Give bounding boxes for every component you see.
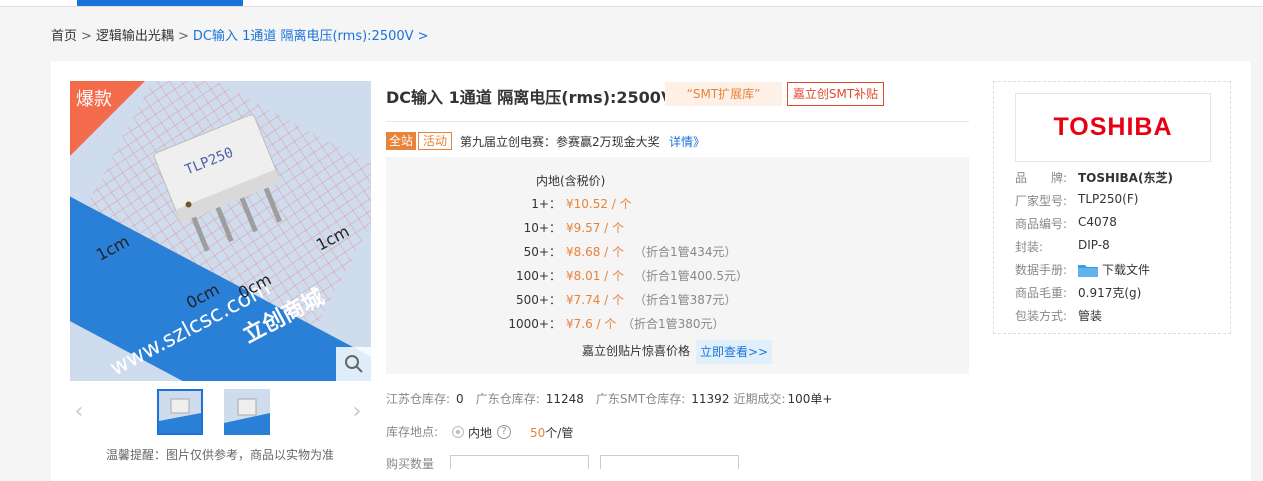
promo-details-link[interactable]: 详情》 [669, 133, 705, 150]
tier-qty: 1000+： [508, 317, 561, 331]
tier-price: ¥8.01 / 个 [566, 269, 625, 283]
tier-price: ¥8.68 / 个 [566, 245, 625, 259]
attr-key: 数据手册: [1015, 263, 1068, 277]
stock-location: 库存地点: 内地 ? 50个/管 [386, 423, 573, 443]
attr-value: 管装 [1078, 309, 1103, 323]
brand-logo[interactable]: TOSHIBA [1015, 93, 1211, 162]
smt-subsidy-tag[interactable]: 嘉立创SMT补贴 [787, 82, 884, 106]
tier-price: ¥7.6 / 个 [566, 317, 617, 331]
tier-pack-price: （折合1管434元） [634, 245, 737, 259]
product-main-image[interactable]: www.szlcsc.com 立创商城 1cm 0cm 0cm 1cm TLP2… [70, 81, 371, 381]
smt-library-tag[interactable]: “SMT扩展库” [665, 82, 782, 106]
attr-key: 商品毛重: [1015, 286, 1068, 300]
attr-key: 封装: [1015, 240, 1044, 254]
stock-info: 江苏仓库存: 0 广东仓库存: 11248 广东SMT仓库存: 11392 近期成交: 100… [386, 390, 844, 407]
attr-value: C4078 [1078, 215, 1117, 229]
activity-badge: 活动 [418, 132, 452, 150]
smt-view-button[interactable]: 立即查看>> [696, 340, 772, 364]
all-site-badge: 全站 [386, 132, 416, 150]
top-nav-bar [0, 0, 1263, 7]
quantity-input-2[interactable] [600, 455, 739, 469]
product-title: DC输入 1通道 隔离电压(rms):2500V [386, 88, 674, 107]
toshiba-logo: TOSHIBA [1053, 113, 1173, 141]
thumbnail-2[interactable] [224, 389, 270, 435]
pack-quantity: 50个/管 [530, 426, 574, 440]
chevron-left-icon[interactable]: ‹ [70, 399, 88, 425]
attr-key: 厂家型号: [1015, 194, 1068, 208]
price-tier-row: 10+： ¥9.57 / 个 [386, 219, 969, 239]
recent-deals-value: 100单+ [787, 392, 833, 406]
magnifier-icon [344, 355, 363, 373]
zoom-button[interactable] [336, 347, 371, 381]
breadcrumb-current[interactable]: DC输入 1通道 隔离电压(rms):2500V > [193, 29, 429, 44]
stock-jiangsu-value: 0 [456, 392, 464, 406]
stock-jiangsu-label: 江苏仓库存: [386, 392, 451, 406]
thumbnail-strip: ‹ › [70, 389, 371, 437]
tier-price: ¥10.52 / 个 [566, 197, 632, 211]
tier-price: ¥7.74 / 个 [566, 293, 625, 307]
price-table: 内地(含税价) 1+： ¥10.52 / 个 10+： ¥9.57 / 个 50… [386, 157, 969, 374]
stock-gd-smt-label: 广东SMT仓库存: [595, 392, 686, 406]
tier-qty: 50+： [523, 245, 561, 259]
attr-value: 0.917克(g) [1078, 286, 1142, 300]
tier-qty: 1+： [531, 197, 561, 211]
price-header: 内地(含税价) [536, 174, 606, 188]
divider [386, 121, 969, 122]
tier-qty: 100+： [516, 269, 561, 283]
help-icon[interactable]: ? [497, 425, 511, 439]
stock-guangdong-label: 广东仓库存: [475, 392, 540, 406]
buy-quantity-label: 购买数量 [386, 457, 435, 471]
datasheet-download-link[interactable]: 下载文件 [1078, 261, 1150, 278]
attr-key: 商品编号: [1015, 217, 1068, 231]
tier-pack-price: （折合1管400.5元） [634, 269, 748, 283]
attr-key: 品 牌: [1015, 171, 1068, 185]
thumbnail-1[interactable] [157, 389, 203, 435]
attr-value: TLP250(F) [1078, 192, 1139, 206]
price-tier-row: 500+： ¥7.74 / 个 （折合1管387元） [386, 291, 969, 311]
price-tier-row: 50+： ¥8.68 / 个 （折合1管434元） [386, 243, 969, 263]
breadcrumb-home[interactable]: 首页 [51, 29, 77, 44]
tier-price: ¥9.57 / 个 [566, 221, 625, 235]
recent-deals-label: 近期成交: [733, 392, 786, 406]
tier-pack-price: （折合1管380元） [622, 317, 725, 331]
tier-pack-price: （折合1管387元） [634, 293, 737, 307]
smt-price-label: 嘉立创贴片惊喜价格 [582, 344, 691, 358]
price-tier-row: 1000+： ¥7.6 / 个 （折合1管380元） [386, 315, 969, 335]
image-disclaimer: 温馨提醒：图片仅供参考，商品以实物为准 [106, 448, 335, 462]
quantity-input-1[interactable] [450, 455, 589, 469]
attr-key: 包装方式: [1015, 309, 1068, 323]
price-tier-row: 1+： ¥10.52 / 个 [386, 195, 969, 215]
breadcrumb-category[interactable]: 逻辑输出光耦 [96, 29, 174, 44]
stock-gd-smt-value: 11392 [691, 392, 730, 406]
tier-qty: 10+： [523, 221, 561, 235]
attr-value[interactable]: TOSHIBA(东芝) [1078, 169, 1173, 186]
tier-qty: 500+： [516, 293, 561, 307]
brand-panel: TOSHIBA 品 牌: TOSHIBA(东芝) 厂家型号: TLP250(F)… [993, 81, 1231, 334]
price-tier-row: 100+： ¥8.01 / 个 （折合1管400.5元） [386, 267, 969, 287]
breadcrumb-separator: > [177, 29, 189, 44]
location-label: 库存地点: [386, 425, 439, 439]
attr-value: DIP-8 [1078, 238, 1110, 252]
chevron-right-icon[interactable]: › [348, 399, 366, 425]
stock-guangdong-value: 11248 [545, 392, 584, 406]
buy-quantity-row: 购买数量 [386, 455, 969, 471]
breadcrumb-separator: > [81, 29, 92, 44]
promo-text: 第九届立创电赛：参赛赢2万现金大奖 [460, 135, 660, 149]
folder-icon [1078, 264, 1098, 277]
location-value[interactable]: 内地 [468, 424, 492, 441]
top-nav-accent [77, 0, 243, 6]
location-radio[interactable] [452, 426, 464, 438]
hot-badge: 爆款 [76, 89, 112, 110]
breadcrumb: 首页 > 逻辑输出光耦 > DC输入 1通道 隔离电压(rms):2500V > [51, 25, 429, 44]
